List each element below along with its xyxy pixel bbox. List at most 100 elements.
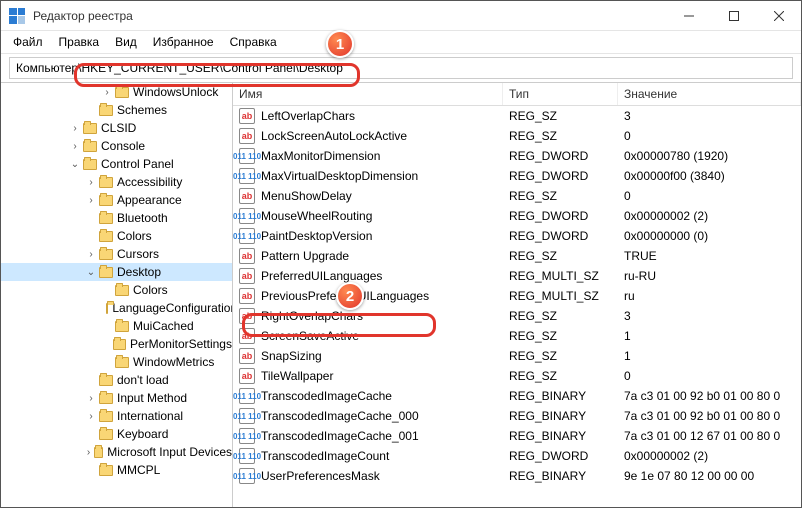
chevron-right-icon[interactable]: ›: [85, 195, 97, 206]
chevron-right-icon[interactable]: ›: [85, 249, 97, 260]
value-data: 0x00000000 (0): [618, 229, 801, 243]
reg-string-icon: ab: [239, 248, 255, 264]
chevron-right-icon[interactable]: ›: [85, 411, 97, 422]
reg-binary-icon: 011 110: [239, 148, 255, 164]
tree-item[interactable]: ›Bluetooth: [1, 209, 232, 227]
chevron-right-icon[interactable]: ›: [85, 177, 97, 188]
value-name: PreferredUILanguages: [261, 269, 382, 283]
folder-icon: [99, 393, 113, 404]
tree-item[interactable]: ⌄ Control Panel: [1, 155, 232, 173]
tree-item[interactable]: ›Colors: [1, 281, 232, 299]
chevron-right-icon[interactable]: ›: [85, 393, 97, 404]
value-name: Pattern Upgrade: [261, 249, 349, 263]
tree-item[interactable]: ›CLSID: [1, 119, 232, 137]
tree-item[interactable]: ›WindowMetrics: [1, 353, 232, 371]
tree-item[interactable]: ›International: [1, 407, 232, 425]
chevron-right-icon[interactable]: ›: [69, 141, 81, 152]
chevron-right-icon[interactable]: ›: [101, 87, 113, 98]
tree-item[interactable]: ›LanguageConfiguration: [1, 299, 232, 317]
value-row[interactable]: 011 110TranscodedImageCountREG_DWORD0x00…: [233, 446, 801, 466]
address-input[interactable]: [9, 57, 793, 79]
folder-icon: [83, 123, 97, 134]
value-row[interactable]: 011 110TranscodedImageCacheREG_BINARY7a …: [233, 386, 801, 406]
tree-item[interactable]: ›Cursors: [1, 245, 232, 263]
menu-view[interactable]: Вид: [109, 33, 143, 51]
menubar: Файл Правка Вид Избранное Справка: [1, 31, 801, 54]
tree-item[interactable]: ›Input Method: [1, 389, 232, 407]
tree-item-label: LanguageConfiguration: [112, 301, 233, 315]
menu-help[interactable]: Справка: [224, 33, 283, 51]
value-row[interactable]: abScreenSaveActiveREG_SZ1: [233, 326, 801, 346]
folder-icon: [94, 447, 103, 458]
col-type-header[interactable]: Тип: [503, 83, 618, 105]
value-row[interactable]: 011 110TranscodedImageCache_000REG_BINAR…: [233, 406, 801, 426]
value-type: REG_BINARY: [503, 389, 618, 403]
value-row[interactable]: abTileWallpaperREG_SZ0: [233, 366, 801, 386]
tree-item[interactable]: ›Appearance: [1, 191, 232, 209]
tree-item[interactable]: › Accessibility: [1, 173, 232, 191]
tree-pane[interactable]: ›WindowsUnlock›Schemes›CLSID›Console ⌄ Con…: [1, 83, 233, 507]
chevron-right-icon[interactable]: ›: [85, 447, 92, 458]
window-controls: [666, 1, 801, 31]
value-row[interactable]: abPattern UpgradeREG_SZTRUE: [233, 246, 801, 266]
value-type: REG_DWORD: [503, 169, 618, 183]
folder-icon: [115, 321, 129, 332]
tree-item[interactable]: ›Console: [1, 137, 232, 155]
menu-favorites[interactable]: Избранное: [147, 33, 220, 51]
tree-item[interactable]: ›PerMonitorSettings: [1, 335, 232, 353]
tree-item-label: PerMonitorSettings: [130, 337, 232, 351]
minimize-button[interactable]: [666, 1, 711, 31]
value-row[interactable]: abMenuShowDelayREG_SZ0: [233, 186, 801, 206]
tree-item[interactable]: ›WindowsUnlock: [1, 83, 232, 101]
value-row[interactable]: 011 110MouseWheelRoutingREG_DWORD0x00000…: [233, 206, 801, 226]
menu-file[interactable]: Файл: [7, 33, 49, 51]
col-value-header[interactable]: Значение: [618, 83, 801, 105]
tree-item[interactable]: ›MuiCached: [1, 317, 232, 335]
tree-item[interactable]: ›Schemes: [1, 101, 232, 119]
maximize-button[interactable]: [711, 1, 756, 31]
value-name: PreviousPreferredUILanguages: [261, 289, 429, 303]
regedit-icon: [9, 8, 25, 24]
value-row[interactable]: abPreviousPreferredUILanguagesREG_MULTI_…: [233, 286, 801, 306]
tree-item[interactable]: ⌄Desktop: [1, 263, 232, 281]
value-name: RightOverlapChars: [261, 309, 363, 323]
tree-item[interactable]: ›Microsoft Input Devices: [1, 443, 232, 461]
value-row[interactable]: abLockScreenAutoLockActiveREG_SZ0: [233, 126, 801, 146]
value-row[interactable]: 011 110MaxMonitorDimensionREG_DWORD0x000…: [233, 146, 801, 166]
tree-item[interactable]: ›Keyboard: [1, 425, 232, 443]
value-row[interactable]: abSnapSizingREG_SZ1: [233, 346, 801, 366]
value-data: 0: [618, 369, 801, 383]
col-name-header[interactable]: Имя: [233, 83, 503, 105]
chevron-down-icon[interactable]: ⌄: [85, 267, 97, 278]
value-row[interactable]: abLeftOverlapCharsREG_SZ3: [233, 106, 801, 126]
value-row[interactable]: 011 110UserPreferencesMaskREG_BINARY9e 1…: [233, 466, 801, 486]
folder-icon: [99, 231, 113, 242]
value-name: TranscodedImageCache_001: [261, 429, 419, 443]
tree-item-label: Control Panel: [101, 157, 174, 171]
close-button[interactable]: [756, 1, 801, 31]
value-data: 1: [618, 349, 801, 363]
value-row[interactable]: 011 110TranscodedImageCache_001REG_BINAR…: [233, 426, 801, 446]
chevron-down-icon[interactable]: ⌄: [69, 159, 81, 170]
value-data: 1: [618, 329, 801, 343]
value-data: 0x00000002 (2): [618, 449, 801, 463]
value-name: MenuShowDelay: [261, 189, 352, 203]
value-type: REG_BINARY: [503, 469, 618, 483]
tree-item[interactable]: ›don't load: [1, 371, 232, 389]
folder-icon: [115, 87, 129, 98]
value-row[interactable]: abRightOverlapCharsREG_SZ3: [233, 306, 801, 326]
menu-edit[interactable]: Правка: [53, 33, 106, 51]
tree-item-label: Keyboard: [117, 427, 168, 441]
value-row[interactable]: abPreferredUILanguagesREG_MULTI_SZru-RU: [233, 266, 801, 286]
chevron-right-icon[interactable]: ›: [69, 123, 81, 134]
value-type: REG_BINARY: [503, 409, 618, 423]
value-type: REG_SZ: [503, 329, 618, 343]
tree-item-label: WindowMetrics: [133, 355, 214, 369]
tree-item-label: Accessibility: [117, 175, 182, 189]
value-row[interactable]: 011 110PaintDesktopVersionREG_DWORD0x000…: [233, 226, 801, 246]
values-pane[interactable]: Имя Тип Значение abLeftOverlapCharsREG_S…: [233, 83, 801, 507]
tree-item[interactable]: ›Colors: [1, 227, 232, 245]
tree-item[interactable]: ›MMCPL: [1, 461, 232, 479]
folder-icon: [99, 213, 113, 224]
value-row[interactable]: 011 110MaxVirtualDesktopDimensionREG_DWO…: [233, 166, 801, 186]
